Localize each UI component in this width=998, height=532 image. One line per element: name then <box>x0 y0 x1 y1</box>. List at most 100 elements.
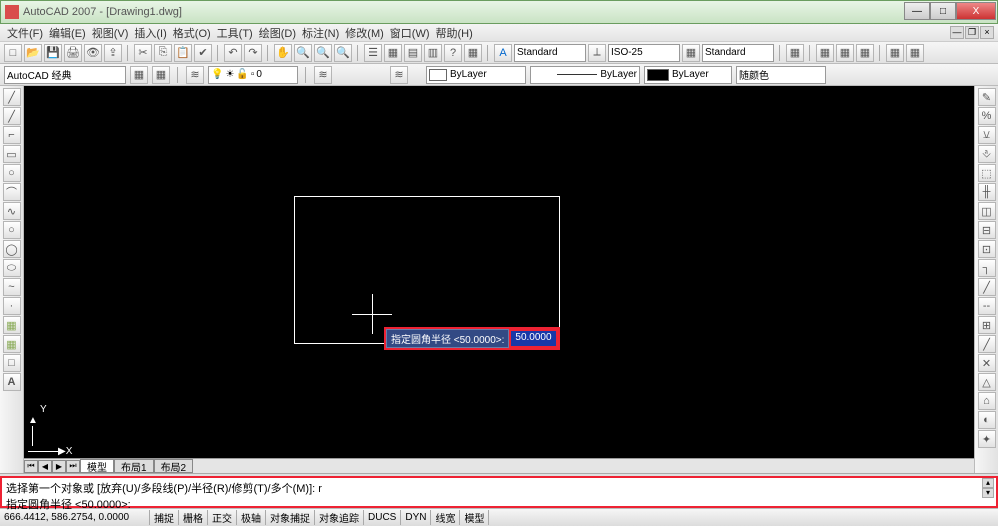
point-tool[interactable]: · <box>3 297 21 315</box>
markup-button[interactable]: ? <box>444 44 462 62</box>
toggle-ducs[interactable]: DUCS <box>364 510 401 525</box>
pan-button[interactable]: ✋ <box>274 44 292 62</box>
save-button[interactable]: 💾 <box>44 44 62 62</box>
copy-tool[interactable]: % <box>978 107 996 125</box>
menu-view[interactable]: 视图(V) <box>89 25 132 41</box>
toggle-polar[interactable]: 极轴 <box>237 510 266 525</box>
toggle-lwt[interactable]: 线宽 <box>431 510 460 525</box>
m18[interactable]: ◐ <box>978 411 996 429</box>
tab-model[interactable]: 模型 <box>80 459 114 473</box>
mdi-minimize[interactable]: — <box>950 26 964 39</box>
match-button[interactable]: ✔ <box>194 44 212 62</box>
sheetset-button[interactable]: ▥ <box>424 44 442 62</box>
cmd-up[interactable]: ▴ <box>982 478 994 488</box>
maximize-button[interactable]: □ <box>930 2 956 20</box>
toolpal-button[interactable]: ▤ <box>404 44 422 62</box>
explode-tool[interactable]: △ <box>978 373 996 391</box>
zoom-prev-button[interactable]: 🔍 <box>334 44 352 62</box>
toggle-osnap[interactable]: 对象捕捉 <box>266 510 315 525</box>
ellipse-tool[interactable]: ⬭ <box>3 259 21 277</box>
toggle-dyn[interactable]: DYN <box>401 510 431 525</box>
ws-save[interactable]: ▦ <box>152 66 170 84</box>
textstyle-combo[interactable]: Standard <box>514 44 586 62</box>
layer-combo[interactable]: 💡 ☀ 🔓 ▫ 0 <box>208 66 298 84</box>
menu-insert[interactable]: 插入(I) <box>131 25 169 41</box>
t1[interactable]: ▦ <box>786 44 804 62</box>
move-tool[interactable]: ╫ <box>978 183 996 201</box>
t3[interactable]: ▦ <box>836 44 854 62</box>
dyn-value[interactable]: 50.0000 <box>509 329 557 348</box>
menu-format[interactable]: 格式(O) <box>170 25 214 41</box>
close-button[interactable]: X <box>956 2 996 20</box>
mirror-tool[interactable]: ⚺ <box>978 126 996 144</box>
toggle-snap[interactable]: 捕捉 <box>150 510 179 525</box>
join-tool[interactable]: ⊞ <box>978 316 996 334</box>
toggle-otrack[interactable]: 对象追踪 <box>315 510 364 525</box>
linetype-combo[interactable]: ByLayer <box>530 66 640 84</box>
menu-file[interactable]: 文件(F) <box>4 25 46 41</box>
break-tool[interactable]: -- <box>978 297 996 315</box>
menu-draw[interactable]: 绘图(D) <box>256 25 299 41</box>
mdi-close[interactable]: × <box>980 26 994 39</box>
offset-tool[interactable]: ⎀ <box>978 145 996 163</box>
workspace-combo[interactable]: AutoCAD 经典 <box>4 66 126 84</box>
arc-tool[interactable]: ⌒ <box>3 183 21 201</box>
hatch-tool[interactable]: ▦ <box>3 316 21 334</box>
tab-layout1[interactable]: 布局1 <box>114 459 154 473</box>
layer-props[interactable]: ≋ <box>186 66 204 84</box>
color-combo[interactable]: ByLayer <box>426 66 526 84</box>
extend-tool[interactable]: ╱ <box>978 278 996 296</box>
minimize-button[interactable]: — <box>904 2 930 20</box>
menu-window[interactable]: 窗口(W) <box>387 25 433 41</box>
polygon-tool[interactable]: ▭ <box>3 145 21 163</box>
plotstyle-combo[interactable]: 随颜色 <box>736 66 826 84</box>
drawing-canvas[interactable]: 指定圆角半径 <50.0000>: 50.0000 Y ▲ ▶ X ⏮ ◀ ▶ … <box>24 86 974 473</box>
menu-tools[interactable]: 工具(T) <box>214 25 256 41</box>
tab-layout2[interactable]: 布局2 <box>154 459 194 473</box>
m19[interactable]: ✦ <box>978 430 996 448</box>
redo-button[interactable]: ↷ <box>244 44 262 62</box>
t2[interactable]: ▦ <box>816 44 834 62</box>
layer-prev[interactable]: ≋ <box>314 66 332 84</box>
menu-edit[interactable]: 编辑(E) <box>46 25 89 41</box>
zoom-rt-button[interactable]: 🔍 <box>294 44 312 62</box>
rectangle-tool[interactable]: ○ <box>3 164 21 182</box>
cmd-down[interactable]: ▾ <box>982 488 994 498</box>
props-button[interactable]: ☰ <box>364 44 382 62</box>
gradient-tool[interactable]: ▦ <box>3 335 21 353</box>
region-tool[interactable]: □ <box>3 354 21 372</box>
menu-help[interactable]: 帮助(H) <box>433 25 476 41</box>
copy-button[interactable]: ⎘ <box>154 44 172 62</box>
cut-button[interactable]: ✂ <box>134 44 152 62</box>
ellipsearc-tool[interactable]: ~ <box>3 278 21 296</box>
textstyle-icon[interactable]: A <box>494 44 512 62</box>
toggle-ortho[interactable]: 正交 <box>208 510 237 525</box>
calc-button[interactable]: ▦ <box>464 44 482 62</box>
zoom-win-button[interactable]: 🔍 <box>314 44 332 62</box>
ws-settings[interactable]: ▦ <box>130 66 148 84</box>
fillet-tool[interactable]: ✕ <box>978 354 996 372</box>
tab-last[interactable]: ⏭ <box>66 460 80 473</box>
t5[interactable]: ▦ <box>886 44 904 62</box>
undo-button[interactable]: ↶ <box>224 44 242 62</box>
new-button[interactable]: □ <box>4 44 22 62</box>
t4[interactable]: ▦ <box>856 44 874 62</box>
menu-dim[interactable]: 标注(N) <box>299 25 342 41</box>
open-button[interactable]: 📂 <box>24 44 42 62</box>
spline-tool[interactable]: ◯ <box>3 240 21 258</box>
dimstyle-icon[interactable]: ⟂ <box>588 44 606 62</box>
polyline-tool[interactable]: ⌐ <box>3 126 21 144</box>
trim-tool[interactable]: ┐ <box>978 259 996 277</box>
command-line[interactable]: 选择第一个对象或 [放弃(U)/多段线(P)/半径(R)/修剪(T)/多个(M)… <box>0 476 998 508</box>
array-tool[interactable]: ⬚ <box>978 164 996 182</box>
preview-button[interactable]: 👁 <box>84 44 102 62</box>
paste-button[interactable]: 📋 <box>174 44 192 62</box>
xline-tool[interactable]: ╱ <box>3 107 21 125</box>
circle-tool[interactable]: ∿ <box>3 202 21 220</box>
tab-prev[interactable]: ◀ <box>38 460 52 473</box>
revcloud-tool[interactable]: ○ <box>3 221 21 239</box>
t6[interactable]: ▦ <box>906 44 924 62</box>
erase-tool[interactable]: ✎ <box>978 88 996 106</box>
menu-modify[interactable]: 修改(M) <box>342 25 387 41</box>
print-button[interactable]: 🖨 <box>64 44 82 62</box>
